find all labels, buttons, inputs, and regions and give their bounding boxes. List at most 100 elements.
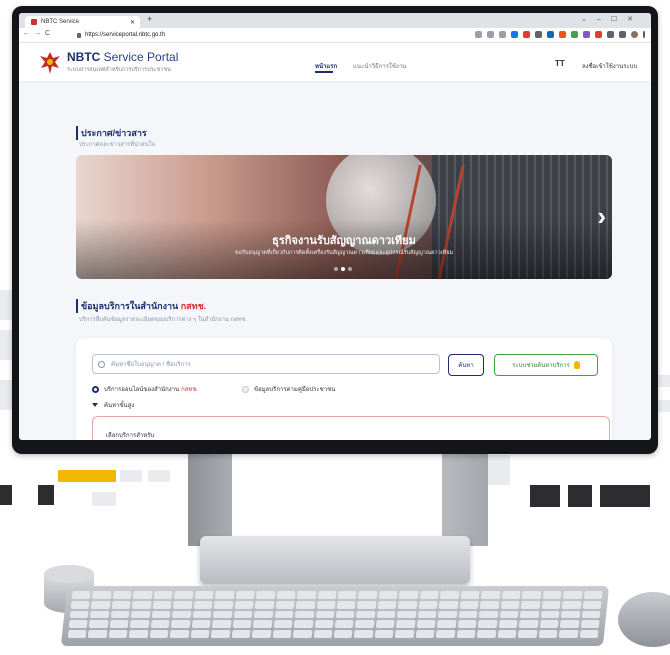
keyboard-key	[559, 620, 580, 629]
chevron-right-icon[interactable]: ›	[597, 201, 606, 232]
extension-icon[interactable]	[571, 31, 578, 38]
keyboard-key	[132, 600, 152, 609]
radio-selected-icon[interactable]	[92, 385, 99, 393]
keyboard-key	[173, 600, 193, 609]
mouse	[618, 592, 670, 647]
keyboard-key	[374, 630, 394, 638]
brand-logo[interactable]: NBTC Service Portal	[67, 50, 178, 64]
keyboard-key	[174, 591, 194, 599]
keyboard-key	[274, 610, 294, 619]
keyboard-key	[397, 610, 417, 619]
keyboard-key	[354, 630, 374, 638]
keyboard-key	[231, 630, 251, 638]
radio-online-label: บริการออนไลน์ของสำนักงาน	[104, 387, 180, 393]
extension-icon[interactable]	[595, 31, 602, 38]
brand-bold: NBTC	[67, 50, 101, 64]
keyboard-key	[375, 620, 395, 629]
keyboard-key	[580, 620, 600, 629]
monitor-stand-gap	[232, 454, 442, 538]
keyboard-key	[478, 610, 499, 619]
keyboard-key	[88, 630, 108, 638]
browser-tab[interactable]: NBTC Service ✕	[25, 16, 140, 28]
radio-unselected-icon[interactable]	[242, 385, 249, 393]
keyboard-key	[357, 600, 377, 609]
banner-title: ธุรกิจงานรับสัญญาณดาวเทียม	[272, 235, 416, 247]
announcements-title: ประกาศ/ข่าวสาร	[76, 126, 147, 140]
announcement-banner[interactable]: ธุรกิจงานรับสัญญาณดาวเทียม ขอรับอนุญาตที…	[76, 155, 612, 279]
close-tab-icon[interactable]: ✕	[130, 19, 135, 26]
login-link[interactable]: ลงชื่อเข้าใช้งานระบบ	[582, 61, 637, 71]
avatar[interactable]	[631, 31, 638, 38]
keyboard-key	[190, 630, 210, 638]
screen: NBTC Service ✕ + ⌄–☐✕ ←→C https://servic…	[19, 13, 651, 440]
service-filter-box[interactable]	[92, 416, 610, 440]
bg-block	[568, 485, 592, 507]
star-icon[interactable]	[499, 31, 506, 38]
keyboard-key	[111, 600, 131, 609]
zoom-icon[interactable]	[475, 31, 482, 38]
nav-buttons[interactable]: ←→C	[23, 30, 54, 37]
carousel-dot[interactable]	[334, 267, 338, 271]
keyboard-key	[476, 630, 497, 638]
service-search-input[interactable]: ค้นหาชื่อใบอนุญาต / ชื่อบริการ	[92, 354, 440, 374]
extension-icon[interactable]	[547, 31, 554, 38]
services-title: ข้อมูลบริการในสำนักงาน กสทช.	[76, 299, 206, 313]
nav-home[interactable]: หน้าแรก	[315, 61, 337, 71]
radio-manual-label: ข้อมูลบริการตามคู่มือประชาชน	[254, 387, 336, 393]
nav-guide[interactable]: แนะนำวิธีการใช้งาน	[353, 61, 406, 71]
carousel-dot-active[interactable]	[341, 267, 345, 271]
carousel-dot[interactable]	[348, 267, 352, 271]
extension-icon[interactable]	[523, 31, 530, 38]
bg-block	[120, 470, 142, 482]
keyboard-key	[395, 630, 415, 638]
more-icon[interactable]	[643, 31, 645, 38]
speaker-top	[44, 565, 94, 583]
radio-online-services[interactable]: บริการออนไลน์ของสำนักงาน กสทช.	[92, 384, 198, 394]
search-button[interactable]: ค้นหา	[448, 354, 484, 376]
garuda-emblem-icon[interactable]	[39, 50, 61, 76]
font-size-toggle[interactable]: TT	[555, 59, 565, 68]
keyboard-key	[520, 600, 541, 609]
keyboard-key	[457, 620, 477, 629]
bg-block	[92, 492, 116, 506]
keyboard-key	[415, 630, 435, 638]
keyboard-key	[481, 591, 501, 599]
keyboard-key	[479, 600, 500, 609]
services-subtitle: บริการสืบค้นข้อมูลรายละเอียดของบริการต่า…	[79, 317, 247, 323]
keyboard-key	[581, 610, 601, 619]
extension-icon[interactable]	[511, 31, 518, 38]
radio-manual-services[interactable]: ข้อมูลบริการตามคู่มือประชาชน	[242, 384, 335, 394]
keyboard-key	[501, 591, 521, 599]
search-assist-button[interactable]: ระบบช่วยค้นหาบริการ	[494, 354, 598, 376]
keyboard-key	[521, 591, 542, 599]
extension-icon[interactable]	[583, 31, 590, 38]
new-tab-icon[interactable]: +	[147, 14, 152, 24]
keyboard-key	[171, 620, 191, 629]
keyboard-key	[498, 620, 518, 629]
sidebar-icon[interactable]	[619, 31, 626, 38]
extension-icon[interactable]	[559, 31, 566, 38]
extension-icon[interactable]	[535, 31, 542, 38]
puzzle-icon[interactable]	[607, 31, 614, 38]
services-title-accent: กสทช.	[180, 301, 207, 311]
url-field[interactable]: https://serviceportal.nbtc.go.th	[77, 30, 457, 40]
keyboard-key	[192, 610, 212, 619]
keyboard-key	[71, 591, 92, 599]
window-controls[interactable]: ⌄–☐✕	[581, 15, 643, 23]
keyboard-key	[91, 600, 111, 609]
keyboard-key	[316, 600, 336, 609]
keyboard-key	[293, 620, 314, 629]
keyboard-key	[89, 620, 109, 629]
keyboard-key	[211, 620, 232, 629]
keyboard-key	[517, 630, 538, 638]
share-icon[interactable]	[487, 31, 494, 38]
keyboard-key	[172, 610, 192, 619]
keyboard-key	[191, 620, 211, 629]
keyboard-key	[109, 620, 129, 629]
bg-block	[0, 380, 12, 410]
keyboard-key	[399, 591, 419, 599]
keyboard-key	[337, 591, 358, 599]
extension-icons[interactable]	[475, 31, 645, 38]
keyboard-key	[358, 591, 378, 599]
advanced-search-toggle[interactable]: ค้นหาขั้นสูง	[92, 400, 134, 410]
